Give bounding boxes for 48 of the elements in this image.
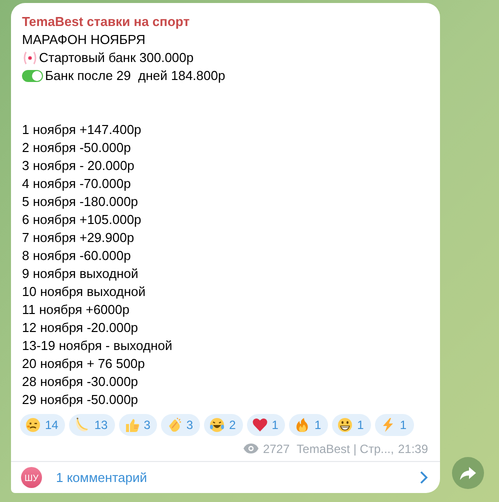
grinning-face-icon <box>337 417 354 433</box>
reaction-button[interactable]: 1 <box>374 414 414 436</box>
result-line: 13-19 ноября - выходной <box>22 337 174 355</box>
result-line: 2 ноября -50.000р <box>22 139 132 157</box>
share-button[interactable] <box>452 457 484 489</box>
reaction-button[interactable]: 2 <box>204 414 243 436</box>
comments-count: 1 комментарий <box>56 470 148 486</box>
reaction-button[interactable]: 1 <box>246 414 286 436</box>
reaction-button[interactable]: 3 <box>118 414 158 436</box>
message-time: 21:39 <box>398 442 428 456</box>
result-line: 20 ноября + 76 500р <box>22 355 146 373</box>
chevron-right-icon <box>420 471 428 484</box>
result-line: 7 ноября +29.900р <box>22 229 136 247</box>
reaction-button[interactable]: 14 <box>20 414 66 436</box>
result-line: 28 ноября -30.000р <box>22 373 140 391</box>
result-line: 6 ноября +105.000р <box>22 211 142 229</box>
channel-name[interactable]: TemaBest ставки на спорт <box>22 13 428 31</box>
result-line: 10 ноября выходной <box>22 283 147 301</box>
result-line: 1 ноября +147.400р <box>22 121 142 139</box>
result-line: 11 ноября +6000р <box>22 301 130 319</box>
reaction-button[interactable]: 3 <box>161 414 200 436</box>
reaction-button[interactable]: 1 <box>289 414 328 436</box>
share-icon <box>460 466 476 480</box>
result-line: 5 ноября -180.000р <box>22 193 140 211</box>
heart-icon <box>252 417 268 433</box>
post-text: Стартовый банк 300.000р <box>39 49 194 67</box>
post-text: Банк после 29 дней 184.800р <box>45 67 226 85</box>
result-line: 29 ноября -50.000р <box>22 391 140 409</box>
result-line: 9 ноября выходной <box>22 265 140 283</box>
result-line: 3 ноября - 20.000р <box>22 157 136 175</box>
radio-icon <box>22 51 38 65</box>
result-line: 12 ноября -20.000р <box>22 319 140 337</box>
thumbs-up-icon <box>124 417 140 433</box>
comments-link[interactable]: ШУ 1 комментарий <box>11 462 440 493</box>
toggle-icon <box>22 69 44 83</box>
result-line: 4 ноября -70.000р <box>22 175 132 193</box>
laughing-face-icon <box>209 417 226 433</box>
result-line: 8 ноября -60.000р <box>22 247 132 265</box>
view-count: 2727 <box>262 442 290 456</box>
banana-icon <box>74 417 90 433</box>
woozy-face-icon <box>25 417 41 433</box>
post-heading: МАРАФОН НОЯБРЯ <box>22 31 146 49</box>
author-signature: TemaBest | Стр..., <box>296 442 394 456</box>
views-icon <box>242 443 259 454</box>
reaction-button[interactable]: 13 <box>69 414 115 436</box>
commenter-avatar: ШУ <box>21 467 42 488</box>
reaction-button[interactable]: 1 <box>332 414 371 436</box>
fire-icon <box>294 417 310 433</box>
